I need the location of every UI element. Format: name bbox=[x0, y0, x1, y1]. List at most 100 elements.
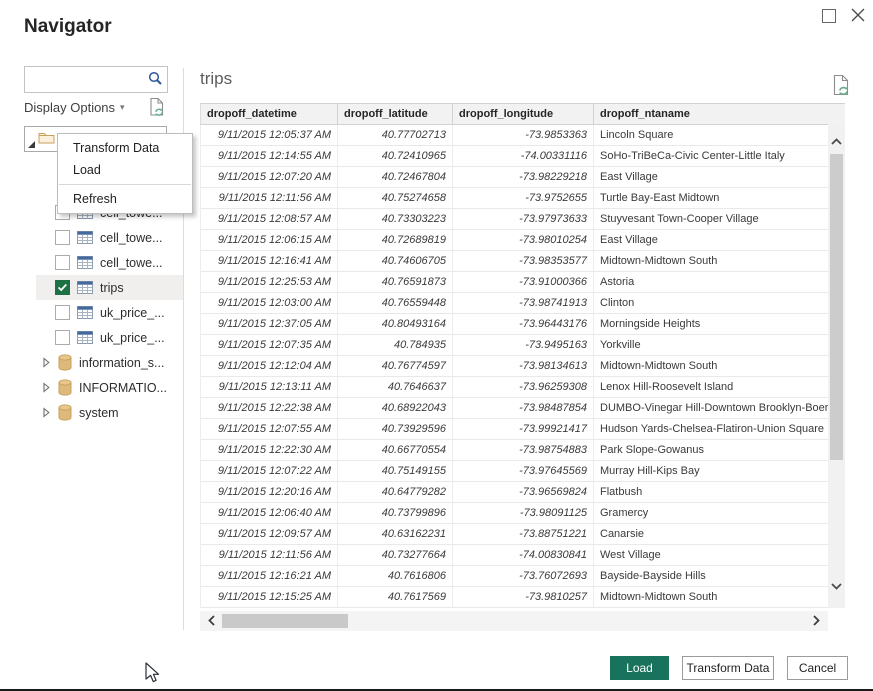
cancel-button[interactable]: Cancel bbox=[787, 656, 848, 680]
tree-item-system[interactable]: system bbox=[36, 400, 183, 425]
expand-chevron-icon[interactable] bbox=[43, 382, 50, 393]
table-cell: Astoria bbox=[594, 272, 829, 292]
table-cell: -73.98229218 bbox=[453, 167, 594, 187]
search-icon[interactable] bbox=[148, 71, 163, 91]
table-cell: -73.98134613 bbox=[453, 356, 594, 376]
table-cell: 9/11/2015 12:05:37 AM bbox=[201, 125, 338, 145]
menu-separator bbox=[59, 184, 191, 185]
table-row: 9/11/2015 12:22:30 AM40.66770554-73.9875… bbox=[201, 440, 829, 461]
expand-chevron-icon[interactable] bbox=[43, 407, 50, 418]
table-cell: 9/11/2015 12:06:15 AM bbox=[201, 230, 338, 250]
scroll-up-icon[interactable] bbox=[830, 134, 843, 152]
display-options-dropdown[interactable]: Display Options▾ bbox=[24, 97, 125, 115]
expand-chevron-icon[interactable] bbox=[43, 357, 50, 368]
search-input[interactable] bbox=[29, 69, 145, 90]
table-icon bbox=[77, 281, 93, 294]
tree-item-cell-towe[interactable]: cell_towe... bbox=[36, 225, 183, 250]
menu-item-refresh[interactable]: Refresh bbox=[58, 188, 192, 210]
tree-item-label: information_s... bbox=[79, 356, 164, 370]
expanded-triangle-icon[interactable] bbox=[28, 135, 36, 153]
refresh-preview-icon[interactable] bbox=[149, 97, 166, 122]
preview-table-title: trips bbox=[200, 69, 232, 89]
table-cell: 40.76591873 bbox=[338, 272, 453, 292]
table-cell: 40.63162231 bbox=[338, 524, 453, 544]
table-row: 9/11/2015 12:07:22 AM40.75149155-73.9764… bbox=[201, 461, 829, 482]
preview-table: dropoff_datetimedropoff_latitudedropoff_… bbox=[200, 103, 845, 608]
tree-item-label: uk_price_... bbox=[100, 331, 165, 345]
table-row: 9/11/2015 12:22:38 AM40.68922043-73.9848… bbox=[201, 398, 829, 419]
vertical-scrollbar[interactable] bbox=[828, 124, 845, 608]
tree-item-information-s[interactable]: information_s... bbox=[36, 350, 183, 375]
table-cell: -74.00331116 bbox=[453, 146, 594, 166]
transform-data-button[interactable]: Transform Data bbox=[682, 656, 774, 680]
database-icon bbox=[58, 404, 72, 421]
tree-item-uk-price[interactable]: uk_price_... bbox=[36, 325, 183, 350]
checkbox[interactable] bbox=[55, 330, 70, 345]
scroll-down-icon[interactable] bbox=[830, 578, 843, 596]
search-box[interactable] bbox=[24, 66, 168, 93]
maximize-icon[interactable] bbox=[822, 9, 836, 23]
dialog-title: Navigator bbox=[24, 16, 112, 38]
table-row: 9/11/2015 12:16:41 AM40.74606705-73.9835… bbox=[201, 251, 829, 272]
table-cell: 40.784935 bbox=[338, 335, 453, 355]
table-cell: -73.99921417 bbox=[453, 419, 594, 439]
vertical-scrollbar-thumb[interactable] bbox=[830, 154, 843, 460]
table-cell: Stuyvesant Town-Cooper Village bbox=[594, 209, 829, 229]
table-row: 9/11/2015 12:14:55 AM40.72410965-74.0033… bbox=[201, 146, 829, 167]
scroll-left-icon[interactable] bbox=[207, 614, 217, 632]
table-cell: 9/11/2015 12:22:30 AM bbox=[201, 440, 338, 460]
table-cell: -73.97645569 bbox=[453, 461, 594, 481]
table-cell: West Village bbox=[594, 545, 829, 565]
table-icon bbox=[77, 256, 93, 269]
chevron-down-icon: ▾ bbox=[115, 102, 125, 112]
table-cell: -73.91000366 bbox=[453, 272, 594, 292]
table-cell: 40.73799896 bbox=[338, 503, 453, 523]
table-cell: -73.9495163 bbox=[453, 335, 594, 355]
table-cell: 9/11/2015 12:11:56 AM bbox=[201, 545, 338, 565]
table-cell: 9/11/2015 12:22:38 AM bbox=[201, 398, 338, 418]
table-cell: Midtown-Midtown South bbox=[594, 251, 829, 271]
tree-item-informatio[interactable]: INFORMATIO... bbox=[36, 375, 183, 400]
table-cell: -73.98010254 bbox=[453, 230, 594, 250]
table-row: 9/11/2015 12:13:11 AM40.7646637-73.96259… bbox=[201, 377, 829, 398]
tree-item-cell-towe[interactable]: cell_towe... bbox=[36, 250, 183, 275]
tree-item-trips[interactable]: trips bbox=[36, 275, 183, 300]
load-button[interactable]: Load bbox=[610, 656, 669, 680]
table-cell: 40.73277664 bbox=[338, 545, 453, 565]
table-cell: 9/11/2015 12:16:21 AM bbox=[201, 566, 338, 586]
table-cell: -73.9752655 bbox=[453, 188, 594, 208]
refresh-preview-icon[interactable] bbox=[832, 74, 851, 101]
navigator-dialog: Navigator Display Options▾ bbox=[0, 0, 873, 691]
table-cell: -73.98487854 bbox=[453, 398, 594, 418]
horizontal-scrollbar[interactable] bbox=[200, 611, 828, 631]
database-icon bbox=[58, 379, 72, 396]
table-row: 9/11/2015 12:07:55 AM40.73929596-73.9992… bbox=[201, 419, 829, 440]
table-cell: Midtown-Midtown South bbox=[594, 356, 829, 376]
table-cell: 9/11/2015 12:11:56 AM bbox=[201, 188, 338, 208]
preview-table-body: 9/11/2015 12:05:37 AM40.77702713-73.9853… bbox=[200, 125, 829, 608]
table-cell: Turtle Bay-East Midtown bbox=[594, 188, 829, 208]
tree-item-uk-price[interactable]: uk_price_... bbox=[36, 300, 183, 325]
table-cell: East Village bbox=[594, 230, 829, 250]
column-header-dropoff-datetime: dropoff_datetime bbox=[201, 104, 338, 124]
table-cell: 9/11/2015 12:16:41 AM bbox=[201, 251, 338, 271]
column-header-dropoff-ntaname: dropoff_ntaname bbox=[594, 104, 845, 124]
table-cell: 40.68922043 bbox=[338, 398, 453, 418]
table-cell: 40.75149155 bbox=[338, 461, 453, 481]
context-menu: Transform DataLoad Refresh bbox=[57, 133, 193, 214]
table-row: 9/11/2015 12:37:05 AM40.80493164-73.9644… bbox=[201, 314, 829, 335]
horizontal-scrollbar-thumb[interactable] bbox=[222, 614, 348, 628]
scroll-right-icon[interactable] bbox=[811, 614, 821, 632]
close-icon[interactable] bbox=[850, 7, 866, 23]
table-cell: 40.77702713 bbox=[338, 125, 453, 145]
checkbox[interactable] bbox=[55, 230, 70, 245]
table-cell: -73.88751221 bbox=[453, 524, 594, 544]
checkbox[interactable] bbox=[55, 280, 70, 295]
checkbox[interactable] bbox=[55, 305, 70, 320]
checkbox[interactable] bbox=[55, 255, 70, 270]
menu-item-load[interactable]: Load bbox=[58, 159, 192, 181]
table-cell: 40.64779282 bbox=[338, 482, 453, 502]
table-cell: -73.76072693 bbox=[453, 566, 594, 586]
table-cell: Flatbush bbox=[594, 482, 829, 502]
menu-item-transform-data[interactable]: Transform Data bbox=[58, 137, 192, 159]
